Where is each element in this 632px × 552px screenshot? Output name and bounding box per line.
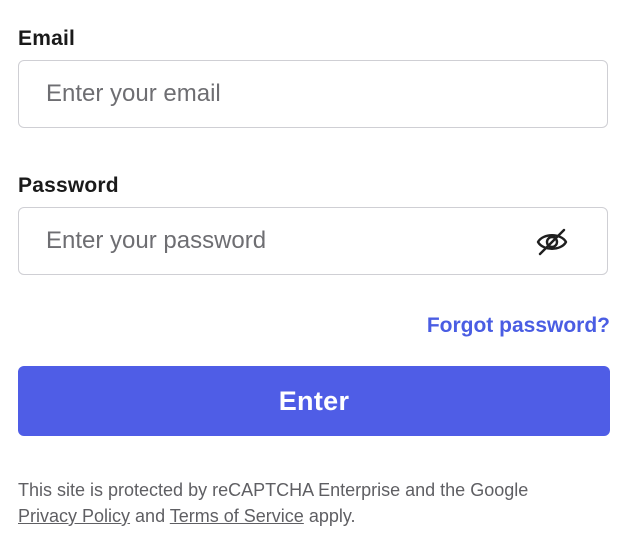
recaptcha-notice-and: and <box>135 506 166 526</box>
email-label: Email <box>18 27 76 50</box>
recaptcha-notice-apply: apply. <box>308 506 356 526</box>
password-input[interactable] <box>46 208 526 274</box>
privacy-policy-link[interactable]: Privacy Policy <box>18 506 130 526</box>
eye-slash-icon-graphic <box>536 228 568 256</box>
password-label: Password <box>18 174 119 197</box>
recaptcha-notice: This site is protected by reCAPTCHA Ente… <box>18 477 618 529</box>
eye-slash-icon[interactable] <box>535 226 569 258</box>
login-form: Email Password Forgot password? Enter Th… <box>0 0 632 552</box>
email-input[interactable] <box>46 61 526 127</box>
recaptcha-notice-text: This site is protected by reCAPTCHA Ente… <box>18 480 529 500</box>
enter-button[interactable]: Enter <box>18 366 610 436</box>
password-field-container[interactable] <box>18 207 608 275</box>
forgot-password-link[interactable]: Forgot password? <box>427 314 610 338</box>
terms-of-service-link[interactable]: Terms of Service <box>170 506 304 526</box>
email-field-container[interactable] <box>18 60 608 128</box>
